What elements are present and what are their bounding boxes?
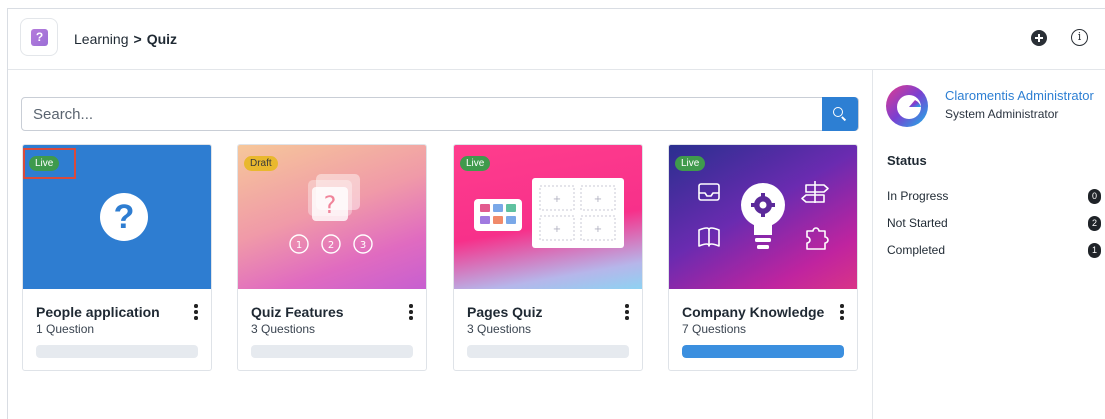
status-row-not-started[interactable]: Not Started 2: [887, 216, 1101, 232]
breadcrumb-separator: >: [133, 31, 142, 47]
svg-text:+: +: [594, 194, 602, 205]
svg-text:+: +: [594, 224, 602, 235]
card-question-count: 1 Question: [36, 322, 95, 336]
progress-bar: [251, 345, 413, 358]
app-frame: ? Learning>Quiz i ? Live People applicat…: [7, 8, 1105, 419]
add-icon[interactable]: [1031, 30, 1047, 46]
top-bar: ? Learning > Quiz i: [8, 9, 1105, 70]
more-options-icon[interactable]: [407, 304, 415, 320]
user-name[interactable]: Claromentis Administrator: [945, 88, 1094, 103]
card-question-count: 7 Questions: [682, 322, 747, 336]
svg-text:1: 1: [296, 240, 302, 251]
card-title[interactable]: People application: [36, 304, 160, 320]
quiz-card[interactable]: + + + + Live Pages Quiz 3 Questions: [453, 144, 643, 371]
quiz-card[interactable]: ? Live People application 1 Question: [22, 144, 212, 371]
status-badge: Live: [675, 156, 706, 171]
svg-text:3: 3: [360, 240, 366, 251]
card-image: Live: [669, 145, 857, 289]
avatar[interactable]: [885, 84, 929, 128]
user-role: System Administrator: [945, 107, 1059, 121]
main-content: ? Live People application 1 Question ? 1: [8, 70, 872, 419]
highlight-box: [23, 148, 76, 179]
status-count-badge: 2: [1088, 216, 1101, 231]
status-count-badge: 1: [1088, 243, 1101, 258]
sidebar: Claromentis Administrator System Adminis…: [872, 70, 1105, 419]
progress-bar: [36, 345, 198, 358]
status-label: In Progress: [887, 189, 949, 203]
quiz-card[interactable]: ? 1 2 3 Draft Quiz Features 3 Questions: [237, 144, 427, 371]
status-badge: Live: [460, 156, 491, 171]
card-title[interactable]: Company Knowledge: [682, 304, 824, 320]
progress-bar: [467, 345, 629, 358]
breadcrumb-current: Quiz: [146, 31, 178, 47]
breadcrumb-parent[interactable]: Learning: [74, 31, 129, 47]
card-question-count: 3 Questions: [467, 322, 532, 336]
status-badge: Draft: [244, 156, 278, 171]
search-input[interactable]: [22, 98, 816, 130]
svg-text:2: 2: [328, 240, 334, 251]
svg-text:+: +: [553, 224, 561, 235]
card-image: + + + + Live: [454, 145, 642, 289]
card-title[interactable]: Pages Quiz: [467, 304, 542, 320]
status-heading: Status: [887, 153, 927, 168]
status-count-badge: 0: [1088, 189, 1101, 204]
progress-fill: [682, 345, 844, 358]
card-image: ? 1 2 3 Draft: [238, 145, 426, 289]
more-options-icon[interactable]: [192, 304, 200, 320]
status-row-in-progress[interactable]: In Progress 0: [887, 189, 1101, 205]
card-question-count: 3 Questions: [251, 322, 316, 336]
more-options-icon[interactable]: [838, 304, 846, 320]
svg-text:+: +: [553, 194, 561, 205]
status-label: Not Started: [887, 216, 948, 230]
info-icon[interactable]: i: [1071, 29, 1088, 46]
question-icon: ?: [31, 29, 48, 46]
progress-bar: [682, 345, 844, 358]
card-image: ? Live: [23, 145, 211, 289]
search-button[interactable]: [822, 97, 858, 131]
status-label: Completed: [887, 243, 946, 257]
status-row-completed[interactable]: Completed 1: [887, 243, 1101, 259]
more-options-icon[interactable]: [623, 304, 631, 320]
quiz-app-icon[interactable]: ?: [20, 18, 58, 56]
card-title[interactable]: Quiz Features: [251, 304, 344, 320]
svg-text:?: ?: [324, 191, 337, 219]
quiz-card[interactable]: Live Company Knowledge 7 Questions: [668, 144, 858, 371]
search-bar: [21, 97, 859, 131]
breadcrumb: Learning > Quiz: [74, 31, 177, 47]
question-mark-icon: ?: [100, 193, 148, 241]
